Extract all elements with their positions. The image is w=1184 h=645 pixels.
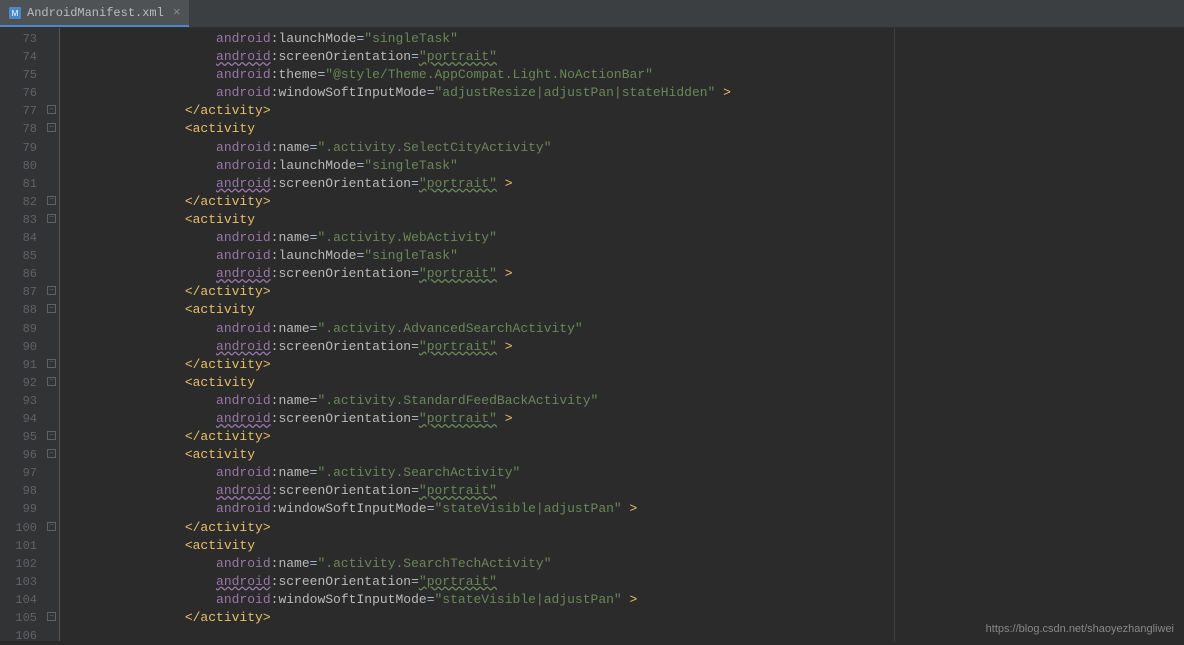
line-number[interactable]: 75 xyxy=(0,66,59,84)
code-line[interactable]: </activity> xyxy=(60,193,894,211)
line-number[interactable]: 93 xyxy=(0,392,59,410)
code-line[interactable]: android:name=".activity.SearchTechActivi… xyxy=(60,555,894,573)
line-number[interactable]: 82− xyxy=(0,193,59,211)
code-line[interactable]: android:name=".activity.StandardFeedBack… xyxy=(60,392,894,410)
line-number[interactable]: 91− xyxy=(0,356,59,374)
code-line[interactable]: <activity xyxy=(60,120,894,138)
fold-icon[interactable]: − xyxy=(47,377,56,386)
fold-icon[interactable]: − xyxy=(47,196,56,205)
gutter[interactable]: 7374757677−78−79808182−83−84858687−88−89… xyxy=(0,28,60,641)
line-number[interactable]: 77− xyxy=(0,102,59,120)
editor-tab[interactable]: M AndroidManifest.xml × xyxy=(0,0,189,27)
code-line[interactable]: android:name=".activity.WebActivity" xyxy=(60,229,894,247)
fold-icon[interactable]: − xyxy=(47,214,56,223)
line-number[interactable]: 87− xyxy=(0,283,59,301)
line-number[interactable]: 85 xyxy=(0,247,59,265)
watermark: https://blog.csdn.net/shaoyezhangliwei xyxy=(986,623,1174,635)
editor: 7374757677−78−79808182−83−84858687−88−89… xyxy=(0,28,1184,641)
line-number[interactable]: 74 xyxy=(0,48,59,66)
line-number[interactable]: 101 xyxy=(0,537,59,555)
code-line[interactable]: <activity xyxy=(60,446,894,464)
fold-icon[interactable]: − xyxy=(47,449,56,458)
code-line[interactable]: android:screenOrientation="portrait" > xyxy=(60,410,894,428)
line-number[interactable]: 78− xyxy=(0,120,59,138)
code-line[interactable]: android:screenOrientation="portrait" > xyxy=(60,338,894,356)
svg-text:M: M xyxy=(12,9,19,18)
line-number[interactable]: 104 xyxy=(0,591,59,609)
line-number[interactable]: 106 xyxy=(0,627,59,645)
line-number[interactable]: 103 xyxy=(0,573,59,591)
line-number[interactable]: 88− xyxy=(0,301,59,319)
code-line[interactable]: android:windowSoftInputMode="stateVisibl… xyxy=(60,500,894,518)
line-number[interactable]: 81 xyxy=(0,175,59,193)
fold-icon[interactable]: − xyxy=(47,105,56,114)
line-number[interactable]: 99 xyxy=(0,500,59,518)
code-line[interactable]: android:screenOrientation="portrait" > xyxy=(60,175,894,193)
line-number[interactable]: 97 xyxy=(0,464,59,482)
code-line[interactable]: android:name=".activity.AdvancedSearchAc… xyxy=(60,320,894,338)
fold-icon[interactable]: − xyxy=(47,123,56,132)
code-area[interactable]: android:launchMode="singleTask" android:… xyxy=(60,28,894,641)
code-line[interactable]: android:launchMode="singleTask" xyxy=(60,30,894,48)
code-line[interactable]: <activity xyxy=(60,301,894,319)
code-line[interactable]: android:screenOrientation="portrait" > xyxy=(60,265,894,283)
fold-icon[interactable]: − xyxy=(47,304,56,313)
line-number[interactable]: 105− xyxy=(0,609,59,627)
tab-filename: AndroidManifest.xml xyxy=(27,6,164,20)
line-number[interactable]: 96− xyxy=(0,446,59,464)
line-number[interactable]: 95− xyxy=(0,428,59,446)
code-line[interactable]: android:name=".activity.SelectCityActivi… xyxy=(60,139,894,157)
code-line[interactable]: <activity xyxy=(60,374,894,392)
line-number[interactable]: 98 xyxy=(0,482,59,500)
code-line[interactable]: android:theme="@style/Theme.AppCompat.Li… xyxy=(60,66,894,84)
code-line[interactable]: </activity> xyxy=(60,609,894,627)
code-line[interactable]: </activity> xyxy=(60,283,894,301)
fold-icon[interactable]: − xyxy=(47,359,56,368)
line-number[interactable]: 84 xyxy=(0,229,59,247)
code-line[interactable]: </activity> xyxy=(60,428,894,446)
code-line[interactable]: android:screenOrientation="portrait" xyxy=(60,573,894,591)
tab-bar: M AndroidManifest.xml × xyxy=(0,0,1184,28)
line-number[interactable]: 83− xyxy=(0,211,59,229)
code-line[interactable]: android:name=".activity.SearchActivity" xyxy=(60,464,894,482)
fold-icon[interactable]: − xyxy=(47,286,56,295)
line-number[interactable]: 80 xyxy=(0,157,59,175)
code-line[interactable]: android:windowSoftInputMode="adjustResiz… xyxy=(60,84,894,102)
line-number[interactable]: 76 xyxy=(0,84,59,102)
code-line[interactable]: android:screenOrientation="portrait" xyxy=(60,48,894,66)
fold-icon[interactable]: − xyxy=(47,522,56,531)
code-line[interactable]: android:screenOrientation="portrait" xyxy=(60,482,894,500)
code-line[interactable]: android:launchMode="singleTask" xyxy=(60,157,894,175)
fold-icon[interactable]: − xyxy=(47,612,56,621)
line-number[interactable]: 86 xyxy=(0,265,59,283)
line-number[interactable]: 102 xyxy=(0,555,59,573)
line-number[interactable]: 92− xyxy=(0,374,59,392)
line-number[interactable]: 100− xyxy=(0,519,59,537)
line-number[interactable]: 89 xyxy=(0,320,59,338)
code-line[interactable]: </activity> xyxy=(60,356,894,374)
code-line[interactable]: android:windowSoftInputMode="stateVisibl… xyxy=(60,591,894,609)
line-number[interactable]: 73 xyxy=(0,30,59,48)
code-line[interactable]: android:launchMode="singleTask" xyxy=(60,247,894,265)
line-number[interactable]: 79 xyxy=(0,139,59,157)
fold-icon[interactable]: − xyxy=(47,431,56,440)
code-line[interactable]: </activity> xyxy=(60,102,894,120)
line-number[interactable]: 94 xyxy=(0,410,59,428)
code-line[interactable] xyxy=(60,627,894,645)
code-line[interactable]: <activity xyxy=(60,537,894,555)
line-number[interactable]: 90 xyxy=(0,338,59,356)
right-panel xyxy=(894,28,1184,641)
xml-file-icon: M xyxy=(8,6,22,20)
close-icon[interactable]: × xyxy=(173,5,181,20)
code-line[interactable]: </activity> xyxy=(60,519,894,537)
code-line[interactable]: <activity xyxy=(60,211,894,229)
